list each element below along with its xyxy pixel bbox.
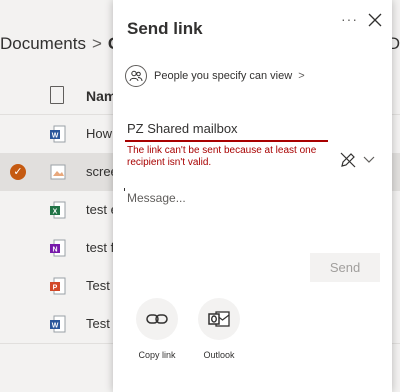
more-options-button[interactable]: ··· [341, 11, 358, 27]
send-link-dialog: Send link ··· People you specify can vie… [113, 0, 392, 392]
outlook-icon [208, 311, 230, 327]
svg-text:P: P [53, 285, 58, 292]
file-name[interactable]: test f [86, 240, 114, 255]
name-column-header[interactable]: Nam [86, 88, 116, 104]
word-icon: W [50, 315, 66, 333]
svg-text:W: W [52, 133, 59, 140]
svg-text:X: X [53, 209, 58, 216]
text-cursor [124, 188, 125, 191]
svg-text:W: W [52, 323, 59, 330]
outlook-action[interactable]: Outlook [189, 298, 249, 360]
breadcrumb-separator: > [91, 34, 102, 53]
selected-check-icon[interactable]: ✓ [10, 164, 26, 180]
file-name[interactable]: How [86, 126, 112, 141]
file-type-icon [50, 86, 64, 104]
permission-label: People you specify can view [154, 70, 293, 82]
recipient-chip[interactable]: PZ Shared mailbox [127, 121, 238, 136]
message-input[interactable]: Message... [127, 191, 186, 205]
outlook-button[interactable] [198, 298, 240, 340]
recipient-error-underline [125, 140, 328, 142]
word-icon: W [50, 125, 66, 143]
send-button[interactable]: Send [310, 253, 380, 282]
chevron-right-icon: > [298, 70, 305, 82]
onenote-icon: N [50, 239, 66, 257]
close-icon[interactable] [367, 11, 383, 29]
edit-permission-icon[interactable] [339, 151, 357, 169]
error-message: The link can't be sent because at least … [127, 145, 317, 168]
outlook-label: Outlook [203, 350, 235, 360]
chevron-down-icon[interactable] [363, 154, 375, 164]
powerpoint-icon: P [50, 277, 66, 295]
link-icon [146, 314, 168, 324]
copy-link-button[interactable] [136, 298, 178, 340]
link-permissions-button[interactable]: People you specify can view > [125, 64, 305, 88]
breadcrumb-documents[interactable]: Documents [0, 34, 86, 53]
copy-link-label: Copy link [138, 350, 176, 360]
dialog-title: Send link [127, 19, 203, 38]
copy-link-action[interactable]: Copy link [127, 298, 187, 360]
svg-text:N: N [52, 247, 57, 254]
excel-icon: X [50, 201, 66, 219]
image-icon [50, 164, 66, 180]
breadcrumb: Documents>G [0, 34, 121, 54]
people-icon [125, 65, 147, 87]
